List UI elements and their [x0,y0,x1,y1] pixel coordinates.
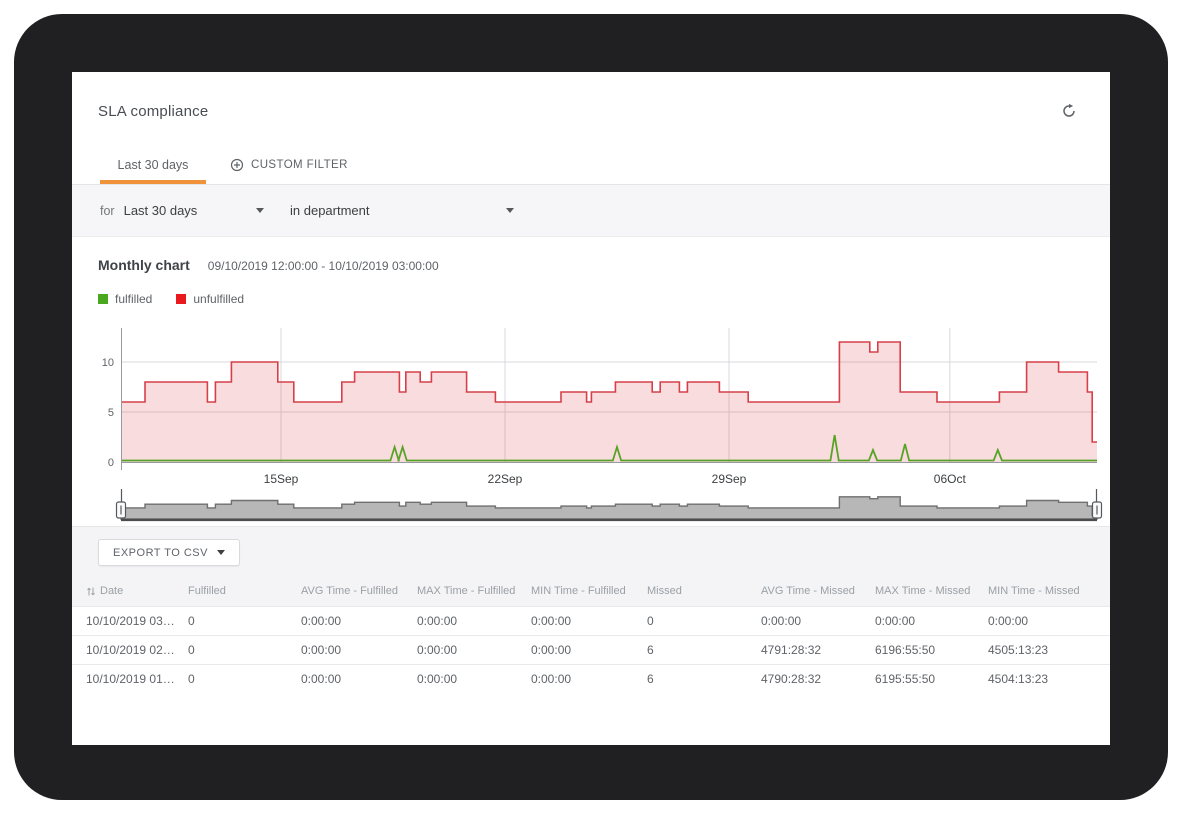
chart-title: Monthly chart [98,257,190,273]
column-header[interactable]: AVG Time - Missed [761,585,875,597]
chart-date-range: 09/10/2019 12:00:00 - 10/10/2019 03:00:0… [208,259,439,273]
table-cell: 6 [647,643,761,657]
column-header[interactable]: MIN Time - Missed [988,585,1110,597]
table-cell: 0:00:00 [531,643,647,657]
tab-label: Last 30 days [118,158,189,172]
table-row[interactable]: 10/10/2019 03…00:00:000:00:000:00:0000:0… [72,606,1110,635]
chart-legend: fulfilled unfulfilled [72,292,1110,306]
table-cell: 4505:13:23 [988,643,1110,657]
table-cell: 0:00:00 [988,614,1110,628]
chart-section: Monthly chart 09/10/2019 12:00:00 - 10/1… [72,237,1110,526]
table-cell: 0:00:00 [301,643,417,657]
table-cell: 0:00:00 [531,614,647,628]
legend-label: unfulfilled [193,292,244,306]
department-select-value: in department [290,203,506,218]
table-cell: 0:00:00 [301,672,417,686]
plus-circle-icon [230,158,244,172]
x-tick-label: 22Sep [488,472,523,486]
sla-area-chart[interactable]: 15Sep 22Sep 29Sep 06Oct 0 5 10 [86,320,1110,526]
table-cell: 0 [188,672,301,686]
page-title: SLA compliance [98,103,208,120]
table-section: EXPORT TO CSV DateFulfilledAVG Time - Fu… [72,526,1110,693]
y-tick-label: 5 [108,407,114,419]
table-body: 10/10/2019 03…00:00:000:00:000:00:0000:0… [72,606,1110,693]
tab-last-30-days[interactable]: Last 30 days [100,150,206,184]
refresh-icon [1061,103,1077,119]
legend-swatch-fulfilled [98,294,108,304]
chevron-down-icon [506,208,514,213]
sort-icon [86,586,96,597]
card-header: SLA compliance [72,72,1110,150]
table-cell: 10/10/2019 02… [86,643,188,657]
table-cell: 4504:13:23 [988,672,1110,686]
table-cell: 4791:28:32 [761,643,875,657]
filter-bar: for Last 30 days in department [72,185,1110,237]
column-header[interactable]: MAX Time - Fulfilled [417,585,531,597]
y-tick-label: 0 [108,457,114,469]
table-cell: 6196:55:50 [875,643,988,657]
export-button-label: EXPORT TO CSV [113,547,208,559]
legend-item-unfulfilled[interactable]: unfulfilled [176,292,244,306]
tab-custom-filter[interactable]: CUSTOM FILTER [226,150,352,184]
table-header-row: DateFulfilledAVG Time - FulfilledMAX Tim… [72,576,1110,606]
range-navigator-area[interactable] [121,497,1097,519]
column-header[interactable]: Missed [647,585,761,597]
x-tick-label: 29Sep [712,472,747,486]
table-cell: 0 [188,643,301,657]
table-cell: 6 [647,672,761,686]
column-header[interactable]: MIN Time - Fulfilled [531,585,647,597]
legend-label: fulfilled [115,292,152,306]
column-header[interactable]: Fulfilled [188,585,301,597]
table-cell: 10/10/2019 01… [86,672,188,686]
table-row[interactable]: 10/10/2019 02…00:00:000:00:000:00:006479… [72,635,1110,664]
filter-prefix: for [100,204,115,218]
table-row[interactable]: 10/10/2019 01…00:00:000:00:000:00:006479… [72,664,1110,693]
department-select[interactable]: in department [290,203,514,218]
column-header[interactable]: AVG Time - Fulfilled [301,585,417,597]
legend-item-fulfilled[interactable]: fulfilled [98,292,152,306]
table-cell: 0:00:00 [531,672,647,686]
export-to-csv-button[interactable]: EXPORT TO CSV [98,539,240,566]
x-tick-label: 15Sep [264,472,299,486]
refresh-button[interactable] [1058,100,1080,122]
table-cell: 0 [188,614,301,628]
table-cell: 0:00:00 [417,672,531,686]
table-cell: 0 [647,614,761,628]
legend-swatch-unfulfilled [176,294,186,304]
period-select-value: Last 30 days [124,203,256,218]
table-cell: 6195:55:50 [875,672,988,686]
table-cell: 0:00:00 [875,614,988,628]
period-select[interactable]: for Last 30 days [100,203,264,218]
column-header[interactable]: Date [86,585,188,597]
chevron-down-icon [256,208,264,213]
table-cell: 0:00:00 [301,614,417,628]
tab-label: CUSTOM FILTER [251,159,348,171]
table-cell: 4790:28:32 [761,672,875,686]
table-cell: 10/10/2019 03… [86,614,188,628]
column-header[interactable]: MAX Time - Missed [875,585,988,597]
table-cell: 0:00:00 [417,614,531,628]
table-cell: 0:00:00 [761,614,875,628]
sla-compliance-card: SLA compliance Last 30 days CUSTOM FILTE… [72,72,1110,745]
table-cell: 0:00:00 [417,643,531,657]
chevron-down-icon [217,550,225,555]
tab-bar: Last 30 days CUSTOM FILTER [72,150,1110,185]
y-tick-label: 10 [102,357,114,369]
x-tick-label: 06Oct [934,472,967,486]
